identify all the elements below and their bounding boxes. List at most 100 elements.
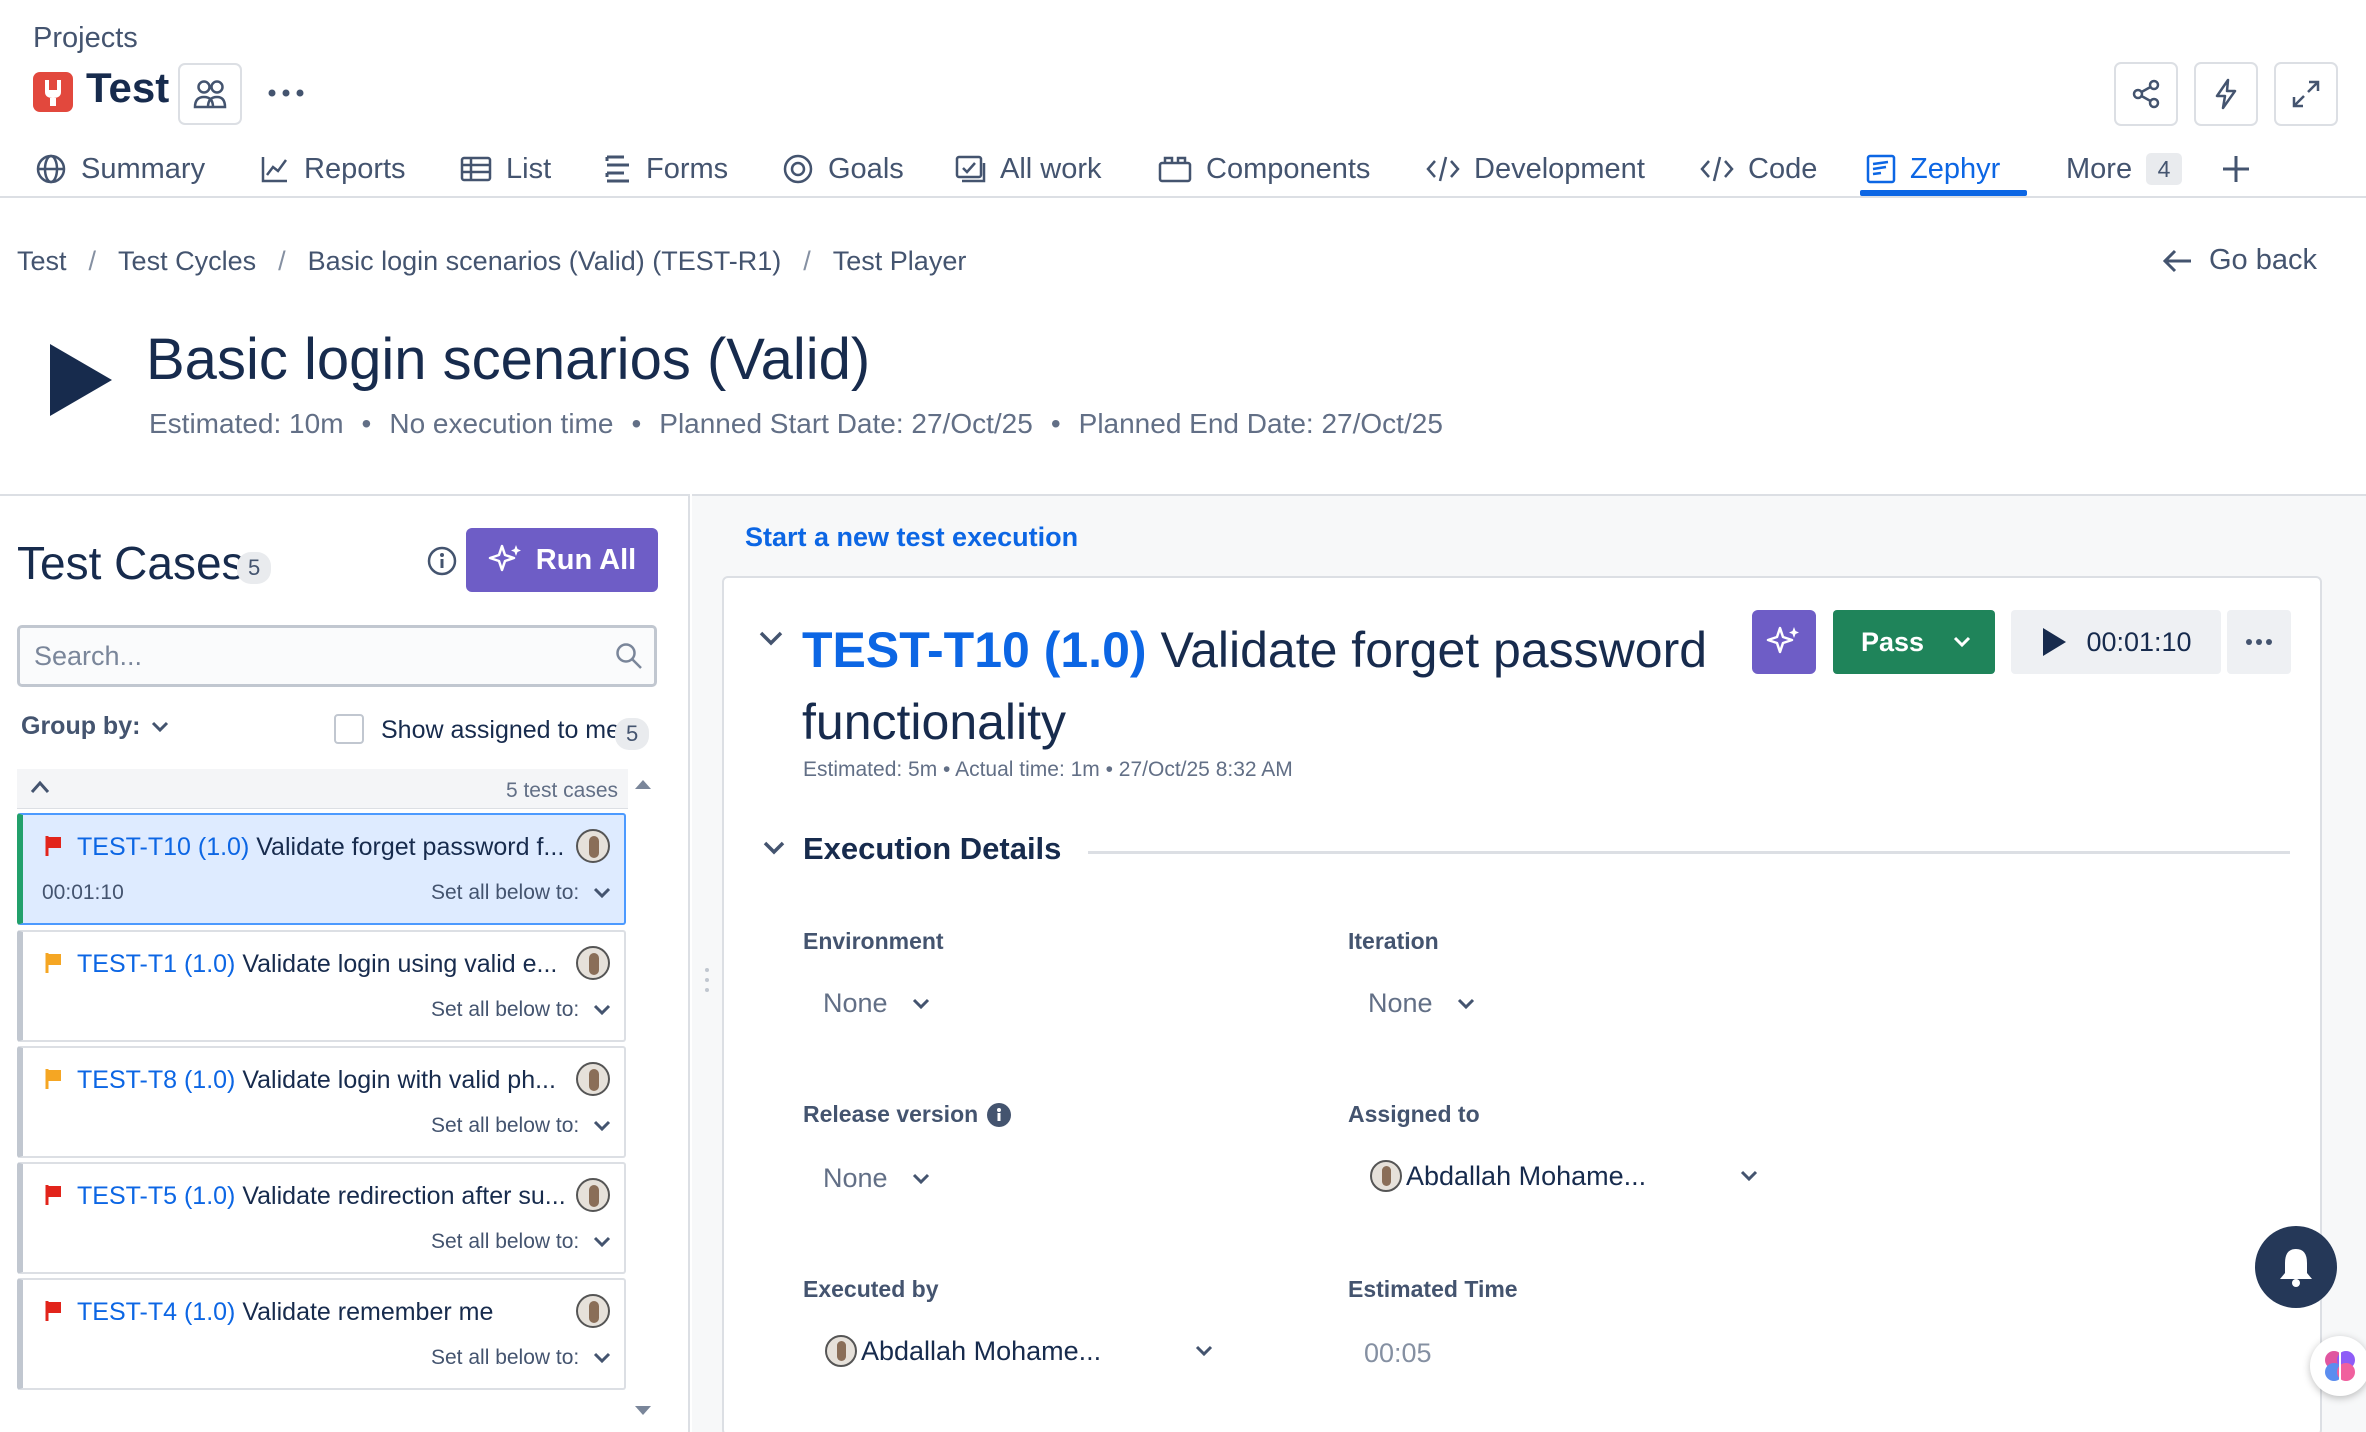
automation-button[interactable] bbox=[2194, 62, 2258, 126]
meta-separator: • bbox=[361, 408, 372, 439]
tab-components[interactable]: Components bbox=[1158, 140, 1370, 198]
set-all-below-dropdown[interactable]: Set all below to: bbox=[431, 881, 611, 905]
test-case-key: TEST-T8 bbox=[77, 1066, 178, 1094]
test-case-version: (1.0) bbox=[183, 950, 236, 978]
code-icon bbox=[1700, 156, 1734, 182]
collapse-execution-button[interactable] bbox=[758, 630, 784, 648]
collapse-section-button[interactable] bbox=[762, 840, 786, 856]
scroll-up-arrow[interactable] bbox=[634, 778, 652, 790]
environment-select[interactable]: None bbox=[823, 988, 930, 1019]
environment-value: None bbox=[823, 988, 888, 1018]
set-all-label: Set all below to: bbox=[431, 1114, 580, 1137]
set-all-below-dropdown[interactable]: Set all below to: bbox=[431, 998, 611, 1022]
breadcrumb-separator: / bbox=[88, 246, 97, 276]
tab-more[interactable]: More 4 bbox=[2066, 140, 2183, 198]
target-icon bbox=[783, 154, 813, 184]
chevron-down-icon bbox=[594, 887, 611, 899]
share-button[interactable] bbox=[2114, 62, 2178, 126]
info-icon[interactable] bbox=[426, 545, 458, 577]
breadcrumb-item[interactable]: Test Cycles bbox=[118, 246, 256, 277]
sparkle-icon bbox=[1766, 626, 1799, 654]
chevron-down-icon bbox=[763, 841, 785, 855]
test-case-title: TEST-T4 (1.0) Validate remember me bbox=[77, 1298, 493, 1327]
estimated-time-label: Estimated Time bbox=[1348, 1276, 1518, 1302]
notifications-button[interactable] bbox=[2255, 1226, 2337, 1308]
timer-value: 00:01:10 bbox=[2086, 626, 2192, 657]
chevron-down-icon bbox=[152, 721, 169, 732]
panel-resize-handle[interactable] bbox=[704, 965, 710, 995]
iteration-select[interactable]: None bbox=[1368, 988, 1475, 1019]
set-all-label: Set all below to: bbox=[431, 998, 580, 1021]
fullscreen-button[interactable] bbox=[2274, 62, 2338, 126]
test-case-item[interactable]: TEST-T1 (1.0) Validate login using valid… bbox=[17, 930, 626, 1042]
ai-assist-button[interactable] bbox=[1752, 610, 1816, 674]
estimated-time-value[interactable]: 00:05 bbox=[1364, 1338, 1432, 1369]
execution-more-button[interactable] bbox=[2227, 610, 2291, 674]
tab-list[interactable]: List bbox=[460, 140, 551, 198]
team-button[interactable] bbox=[178, 63, 242, 125]
chevron-down-icon bbox=[1953, 636, 1971, 648]
tab-label: Summary bbox=[81, 152, 206, 185]
add-tab-button[interactable] bbox=[2220, 140, 2252, 198]
test-case-title: TEST-T8 (1.0) Validate login with valid … bbox=[77, 1066, 556, 1095]
brain-icon bbox=[2325, 1351, 2355, 1381]
tab-development[interactable]: Development bbox=[1426, 140, 1645, 198]
active-tab-indicator bbox=[1860, 190, 2027, 196]
test-case-item[interactable]: TEST-T10 (1.0) Validate forget password … bbox=[17, 813, 626, 925]
assistant-button[interactable] bbox=[2310, 1336, 2366, 1396]
go-back-button[interactable]: Go back bbox=[2163, 244, 2317, 277]
test-case-key: TEST-T5 bbox=[77, 1182, 178, 1210]
test-case-timer: 00:01:10 bbox=[42, 881, 124, 904]
test-case-version: (1.0) bbox=[183, 1066, 236, 1094]
tab-code[interactable]: Code bbox=[1700, 140, 1817, 198]
plus-icon bbox=[2223, 156, 2249, 182]
test-case-key: TEST-T1 bbox=[77, 950, 178, 978]
show-assigned-label[interactable]: Show assigned to me bbox=[381, 716, 620, 745]
breadcrumb-item[interactable]: Basic login scenarios (Valid) (TEST-R1) bbox=[308, 246, 782, 277]
test-case-name: Validate forget password f... bbox=[256, 833, 565, 861]
executed-by-select[interactable]: Abdallah Mohame... bbox=[825, 1335, 1213, 1367]
timer-button[interactable]: 00:01:10 bbox=[2011, 610, 2221, 674]
set-all-below-dropdown[interactable]: Set all below to: bbox=[431, 1114, 611, 1138]
test-case-item[interactable]: TEST-T8 (1.0) Validate login with valid … bbox=[17, 1046, 626, 1158]
breadcrumb-projects[interactable]: Projects bbox=[33, 22, 138, 55]
breadcrumb-item[interactable]: Test bbox=[17, 246, 67, 277]
chevron-down-icon bbox=[594, 1120, 611, 1132]
scroll-down-arrow[interactable] bbox=[634, 1405, 652, 1417]
new-test-execution-link[interactable]: Start a new test execution bbox=[745, 522, 1078, 553]
tab-label: Reports bbox=[304, 152, 406, 185]
priority-flag-icon bbox=[45, 1185, 61, 1205]
run-all-button[interactable]: Run All bbox=[466, 528, 658, 592]
test-case-item[interactable]: TEST-T4 (1.0) Validate remember me Set a… bbox=[17, 1278, 626, 1390]
show-assigned-checkbox[interactable] bbox=[334, 714, 364, 744]
more-count-badge: 4 bbox=[2146, 153, 2183, 185]
more-actions-button[interactable] bbox=[264, 78, 308, 108]
set-all-below-dropdown[interactable]: Set all below to: bbox=[431, 1346, 611, 1370]
set-all-label: Set all below to: bbox=[431, 1346, 580, 1369]
tab-goals[interactable]: Goals bbox=[782, 140, 904, 198]
status-dropdown[interactable]: Pass bbox=[1833, 610, 1995, 674]
search-input[interactable] bbox=[34, 628, 594, 684]
project-name[interactable]: Test bbox=[86, 64, 169, 112]
tab-reports[interactable]: Reports bbox=[260, 140, 406, 198]
tab-summary[interactable]: Summary bbox=[35, 140, 205, 198]
avatar bbox=[576, 1178, 610, 1212]
components-icon bbox=[1158, 156, 1192, 183]
tab-label: List bbox=[506, 152, 552, 185]
release-version-select[interactable]: None bbox=[823, 1163, 930, 1194]
play-icon bbox=[46, 340, 116, 420]
chevron-down-icon bbox=[1195, 1345, 1213, 1357]
tab-forms[interactable]: Forms bbox=[604, 140, 728, 198]
zephyr-icon bbox=[1866, 154, 1896, 184]
test-case-item[interactable]: TEST-T5 (1.0) Validate redirection after… bbox=[17, 1162, 626, 1274]
tab-label: All work bbox=[1000, 152, 1102, 185]
set-all-below-dropdown[interactable]: Set all below to: bbox=[431, 1230, 611, 1254]
assigned-to-select[interactable]: Abdallah Mohame... bbox=[1370, 1160, 1758, 1192]
group-by-dropdown[interactable]: Group by: bbox=[21, 712, 170, 741]
tab-all-work[interactable]: All work bbox=[954, 140, 1102, 198]
chevron-down-icon bbox=[912, 998, 929, 1009]
forms-icon bbox=[605, 155, 629, 183]
go-back-label: Go back bbox=[2209, 244, 2317, 276]
execution-test-key[interactable]: TEST-T10 (1.0) bbox=[802, 622, 1147, 678]
iteration-label: Iteration bbox=[1348, 928, 1439, 954]
